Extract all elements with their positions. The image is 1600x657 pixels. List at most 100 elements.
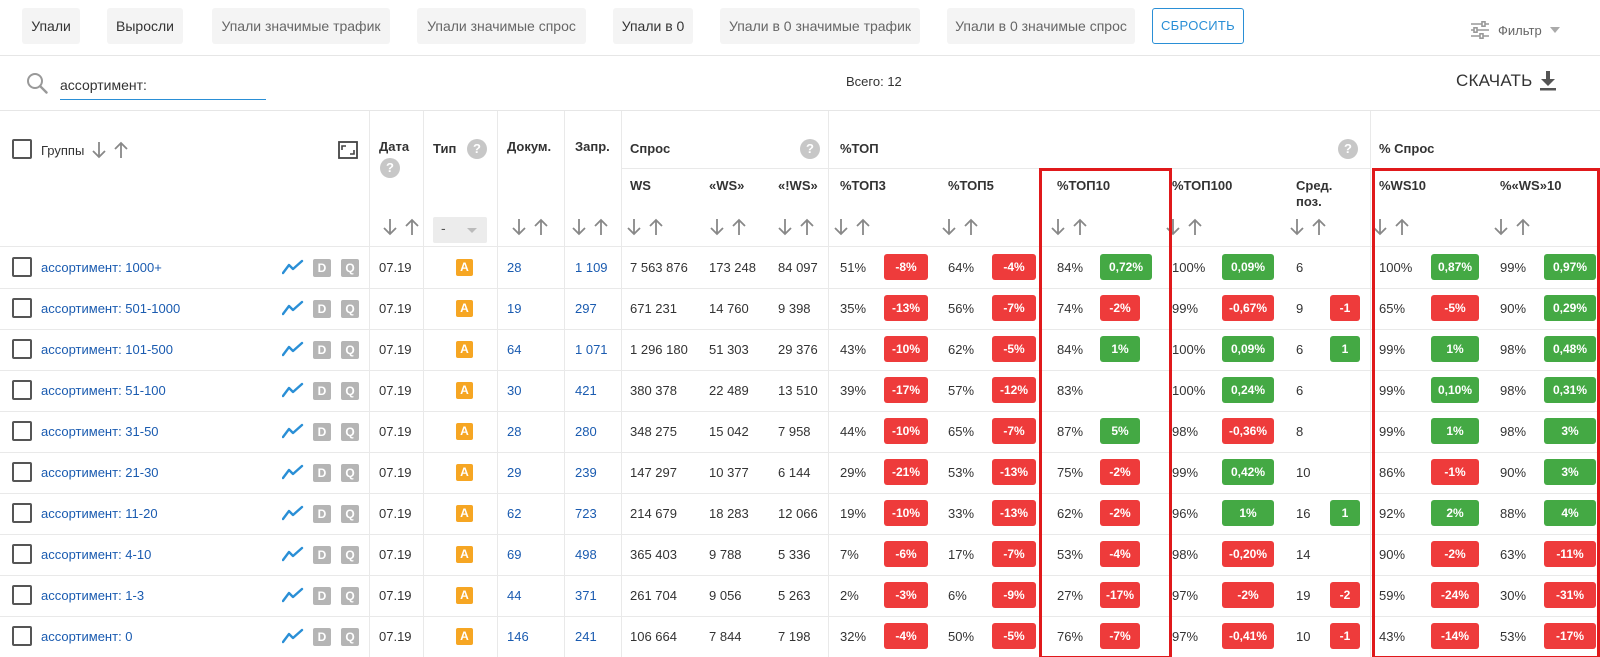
- docs-link[interactable]: 29: [507, 465, 521, 480]
- row-checkbox[interactable]: [12, 257, 32, 277]
- queries-link[interactable]: 1 109: [575, 260, 608, 275]
- filter-button[interactable]: Фильтр: [1470, 20, 1560, 40]
- arrow-up-icon[interactable]: [404, 218, 420, 236]
- docs-link[interactable]: 28: [507, 260, 521, 275]
- group-name-link[interactable]: ассортимент: 1-3: [41, 588, 144, 603]
- queries-link[interactable]: 241: [575, 629, 597, 644]
- group-name-link[interactable]: ассортимент: 501-1000: [41, 301, 180, 316]
- column-sort[interactable]: [1165, 218, 1203, 236]
- arrow-up-icon[interactable]: [1072, 218, 1088, 236]
- column-sort[interactable]: [833, 218, 871, 236]
- row-checkbox[interactable]: [12, 462, 32, 482]
- q-icon[interactable]: Q: [341, 423, 359, 441]
- trend-chart-icon[interactable]: [281, 382, 304, 398]
- q-icon[interactable]: Q: [341, 300, 359, 318]
- d-icon[interactable]: D: [313, 546, 331, 564]
- table-row[interactable]: ассортимент: 11-20 D Q 07.19 A 62 723 214 679 18…: [0, 493, 1600, 534]
- expand-icon[interactable]: [338, 141, 358, 159]
- arrow-down-icon[interactable]: [941, 218, 957, 236]
- column-sort[interactable]: [1289, 218, 1327, 236]
- d-icon[interactable]: D: [313, 587, 331, 605]
- download-button[interactable]: СКАЧАТЬ: [1456, 71, 1557, 91]
- chip-grew[interactable]: Выросли: [107, 8, 183, 44]
- groups-sort[interactable]: [91, 141, 129, 159]
- d-icon[interactable]: D: [313, 423, 331, 441]
- arrow-down-icon[interactable]: [1493, 218, 1509, 236]
- arrow-down-icon[interactable]: [1289, 218, 1305, 236]
- arrow-up-icon[interactable]: [1187, 218, 1203, 236]
- docs-link[interactable]: 146: [507, 629, 529, 644]
- row-checkbox[interactable]: [12, 339, 32, 359]
- docs-link[interactable]: 28: [507, 424, 521, 439]
- docs-link[interactable]: 19: [507, 301, 521, 316]
- group-name-link[interactable]: ассортимент: 31-50: [41, 424, 159, 439]
- column-sort[interactable]: [571, 218, 609, 236]
- table-row[interactable]: ассортимент: 4-10 D Q 07.19 A 69 498 365 403 9 7…: [0, 534, 1600, 575]
- table-row[interactable]: ассортимент: 101-500 D Q 07.19 A 64 1 071 1 296…: [0, 329, 1600, 370]
- q-icon[interactable]: Q: [341, 628, 359, 646]
- arrow-up-icon[interactable]: [1394, 218, 1410, 236]
- queries-link[interactable]: 498: [575, 547, 597, 562]
- arrow-up-icon[interactable]: [1515, 218, 1531, 236]
- chip-fell[interactable]: Упали: [22, 8, 80, 44]
- group-name-link[interactable]: ассортимент: 11-20: [41, 506, 158, 521]
- arrow-down-icon[interactable]: [777, 218, 793, 236]
- chip-fell-significant-traffic[interactable]: Упали значимые трафик: [212, 8, 390, 44]
- arrow-up-icon[interactable]: [855, 218, 871, 236]
- chip-fell-to-zero[interactable]: Упали в 0: [613, 8, 693, 44]
- row-checkbox[interactable]: [12, 544, 32, 564]
- row-checkbox[interactable]: [12, 503, 32, 523]
- select-all-checkbox[interactable]: [12, 139, 32, 159]
- table-row[interactable]: ассортимент: 0 D Q 07.19 A 146 241 106 664 7 844…: [0, 616, 1600, 657]
- table-row[interactable]: ассортимент: 1-3 D Q 07.19 A 44 371 261 704 9 05…: [0, 575, 1600, 616]
- queries-link[interactable]: 297: [575, 301, 597, 316]
- q-icon[interactable]: Q: [341, 546, 359, 564]
- docs-link[interactable]: 62: [507, 506, 521, 521]
- queries-link[interactable]: 280: [575, 424, 597, 439]
- queries-link[interactable]: 1 071: [575, 342, 608, 357]
- help-icon[interactable]: ?: [380, 158, 400, 178]
- help-icon[interactable]: ?: [467, 139, 487, 159]
- row-checkbox[interactable]: [12, 380, 32, 400]
- table-row[interactable]: ассортимент: 501-1000 D Q 07.19 A 19 297 671 23…: [0, 288, 1600, 329]
- group-name-link[interactable]: ассортимент: 0: [41, 629, 133, 644]
- docs-link[interactable]: 30: [507, 383, 521, 398]
- row-checkbox[interactable]: [12, 421, 32, 441]
- trend-chart-icon[interactable]: [281, 587, 304, 603]
- search-input[interactable]: [60, 70, 266, 100]
- arrow-up-icon[interactable]: [963, 218, 979, 236]
- table-row[interactable]: ассортимент: 51-100 D Q 07.19 A 30 421 380 378 2…: [0, 370, 1600, 411]
- arrow-down-icon[interactable]: [511, 218, 527, 236]
- queries-link[interactable]: 239: [575, 465, 597, 480]
- column-sort[interactable]: [626, 218, 664, 236]
- trend-chart-icon[interactable]: [281, 259, 304, 275]
- column-sort[interactable]: [1050, 218, 1088, 236]
- chip-fell-to-zero-traffic[interactable]: Упали в 0 значимые трафик: [720, 8, 920, 44]
- column-sort[interactable]: [777, 218, 815, 236]
- chip-fell-significant-demand[interactable]: Упали значимые спрос: [417, 8, 586, 44]
- queries-link[interactable]: 723: [575, 506, 597, 521]
- group-name-link[interactable]: ассортимент: 101-500: [41, 342, 173, 357]
- reset-button[interactable]: СБРОСИТЬ: [1152, 8, 1244, 44]
- trend-chart-icon[interactable]: [281, 464, 304, 480]
- column-sort[interactable]: [941, 218, 979, 236]
- d-icon[interactable]: D: [313, 464, 331, 482]
- trend-chart-icon[interactable]: [281, 505, 304, 521]
- column-sort[interactable]: [1493, 218, 1531, 236]
- table-row[interactable]: ассортимент: 31-50 D Q 07.19 A 28 280 348 275 15…: [0, 411, 1600, 452]
- q-icon[interactable]: Q: [341, 341, 359, 359]
- table-row[interactable]: ассортимент: 21-30 D Q 07.19 A 29 239 147 297 10…: [0, 452, 1600, 493]
- arrow-down-icon[interactable]: [1372, 218, 1388, 236]
- arrow-down-icon[interactable]: [571, 218, 587, 236]
- q-icon[interactable]: Q: [341, 382, 359, 400]
- type-select[interactable]: -: [433, 217, 487, 243]
- arrow-up-icon[interactable]: [533, 218, 549, 236]
- group-name-link[interactable]: ассортимент: 1000+: [41, 260, 162, 275]
- arrow-up-icon[interactable]: [799, 218, 815, 236]
- trend-chart-icon[interactable]: [281, 628, 304, 644]
- trend-chart-icon[interactable]: [281, 546, 304, 562]
- arrow-down-icon[interactable]: [626, 218, 642, 236]
- arrow-down-icon[interactable]: [1165, 218, 1181, 236]
- group-name-link[interactable]: ассортимент: 51-100: [41, 383, 166, 398]
- arrow-down-icon[interactable]: [833, 218, 849, 236]
